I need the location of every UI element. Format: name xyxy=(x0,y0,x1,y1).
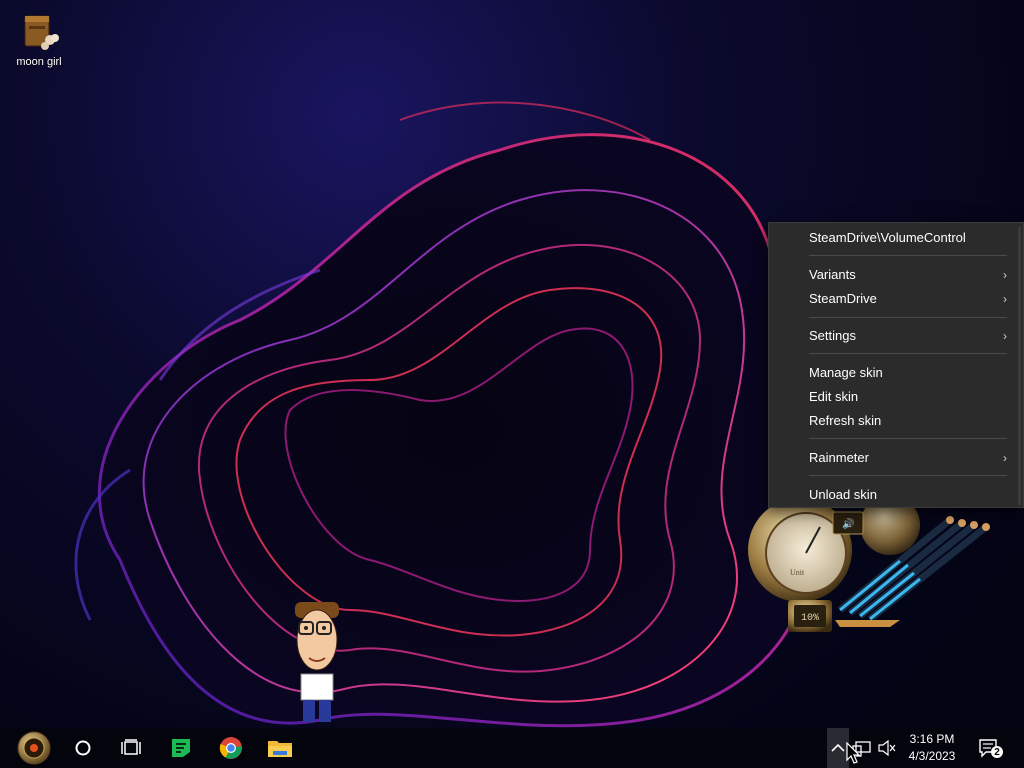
chevron-right-icon: › xyxy=(1003,329,1007,343)
task-view-icon xyxy=(121,739,141,755)
menu-item-label: Rainmeter xyxy=(809,450,869,465)
menu-item-label: Refresh skin xyxy=(809,413,882,428)
context-menu[interactable]: SteamDrive\VolumeControl Variants › Stea… xyxy=(768,222,1024,508)
action-center-button[interactable]: 2 xyxy=(970,728,1010,768)
notes-app-button[interactable] xyxy=(159,728,203,768)
menu-separator xyxy=(809,353,1007,354)
chrome-button[interactable] xyxy=(209,728,253,768)
menu-item-label: SteamDrive\VolumeControl xyxy=(809,230,966,245)
chest-icon xyxy=(19,8,59,52)
menu-item-unload-skin[interactable]: Unload skin xyxy=(769,484,1023,506)
menu-separator xyxy=(809,255,1007,256)
speaker-icon[interactable]: 🔊 xyxy=(842,517,854,530)
menu-item-manage-skin[interactable]: Manage skin xyxy=(769,362,1023,384)
menu-separator xyxy=(809,317,1007,318)
desktop-icon-moon-girl[interactable]: moon girl xyxy=(8,8,70,68)
menu-item-variants[interactable]: Variants › xyxy=(769,264,1023,286)
mouse-cursor-icon xyxy=(846,742,861,764)
menu-separator xyxy=(809,438,1007,439)
steampunk-start-icon xyxy=(17,731,51,765)
menu-item-label: Unload skin xyxy=(809,487,877,502)
chevron-right-icon: › xyxy=(1003,451,1007,465)
start-button[interactable] xyxy=(10,728,58,768)
menu-separator xyxy=(809,475,1007,476)
menu-item-label: Manage skin xyxy=(809,365,883,380)
menu-item-label: SteamDrive xyxy=(809,291,877,306)
menu-item-rainmeter[interactable]: Rainmeter › xyxy=(769,447,1023,469)
menu-scrollbar[interactable] xyxy=(1018,227,1021,505)
chrome-icon xyxy=(219,737,242,759)
circle-icon xyxy=(75,740,91,756)
menu-item-refresh-skin[interactable]: Refresh skin xyxy=(769,410,1023,432)
menu-item-label: Edit skin xyxy=(809,389,859,404)
volume-muted-icon xyxy=(878,740,896,756)
cartoon-character[interactable] xyxy=(285,600,345,728)
chevron-up-icon xyxy=(831,743,845,752)
green-chat-icon xyxy=(172,739,190,757)
volume-percent-readout: 10% xyxy=(801,613,819,624)
steampunk-volume-gauge[interactable]: Unit 🔊 10% xyxy=(740,495,1010,655)
notification-count-badge: 2 xyxy=(994,747,1000,758)
task-view-button[interactable] xyxy=(109,728,153,768)
menu-item-edit-skin[interactable]: Edit skin xyxy=(769,386,1023,408)
taskbar: 3:16 PM 4/3/2023 2 xyxy=(0,728,1024,768)
clock-time: 3:16 PM xyxy=(909,732,955,746)
volume-tray-button[interactable] xyxy=(875,728,899,768)
menu-item-settings[interactable]: Settings › xyxy=(769,325,1023,347)
chevron-right-icon: › xyxy=(1003,292,1007,306)
file-explorer-button[interactable] xyxy=(258,728,302,768)
menu-item-skin-title[interactable]: SteamDrive\VolumeControl xyxy=(769,227,1023,249)
folder-icon xyxy=(268,741,292,757)
desktop[interactable]: moon girl Unit 🔊 10% SteamDrive\VolumeCo… xyxy=(0,0,1024,768)
menu-item-label: Variants xyxy=(809,267,856,282)
chevron-right-icon: › xyxy=(1003,268,1007,282)
menu-item-steamdrive[interactable]: SteamDrive › xyxy=(769,288,1023,310)
cortana-button[interactable] xyxy=(61,728,105,768)
desktop-icon-label: moon girl xyxy=(16,56,62,68)
menu-item-label: Settings xyxy=(809,328,856,343)
gauge-unit-label: Unit xyxy=(790,568,805,577)
clock-date: 4/3/2023 xyxy=(908,749,956,763)
